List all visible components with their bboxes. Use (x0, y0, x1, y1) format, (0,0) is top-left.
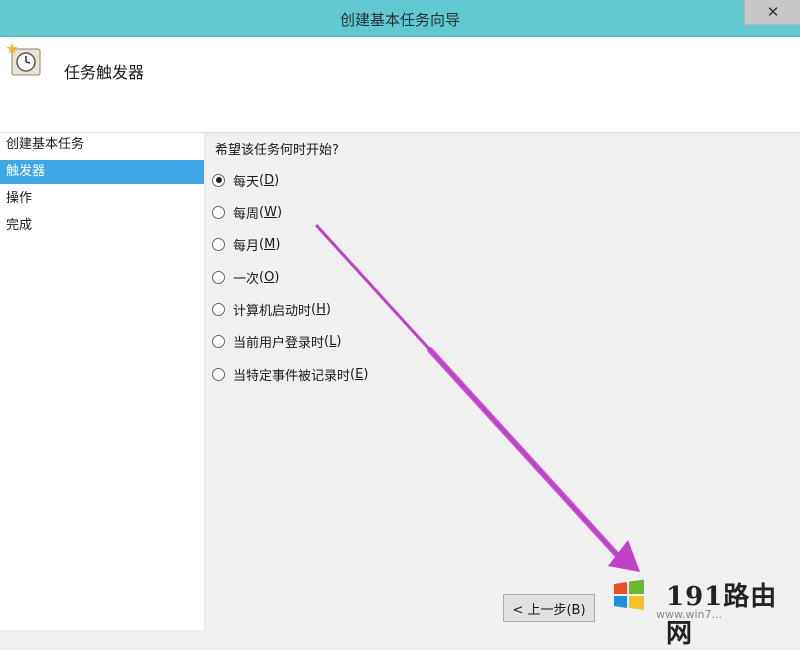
option-label: 一次 (233, 271, 260, 287)
accelerator-key: O (264, 269, 275, 285)
back-button[interactable]: < 上一步(B) (503, 594, 595, 622)
accelerator-key: D (264, 172, 275, 188)
wizard-header: 任务触发器 (0, 37, 800, 133)
sidebar-item-action[interactable]: 操作 (0, 187, 204, 211)
radio-monthly[interactable]: 每月(M) (212, 234, 280, 254)
accelerator-key: E (355, 366, 364, 382)
sidebar-item-trigger[interactable]: 触发器 (0, 160, 204, 184)
question-label: 希望该任务何时开始? (215, 143, 339, 158)
close-icon: ✕ (766, 3, 780, 21)
radio-once[interactable]: 一次(O) (212, 267, 279, 287)
radio-at-startup[interactable]: 计算机启动时(H) (212, 299, 331, 319)
windows-logo-icon (614, 579, 644, 610)
title-bar: 创建基本任务向导 ✕ (0, 0, 800, 37)
sidebar-item-create-basic-task[interactable]: 创建基本任务 (0, 133, 204, 157)
wizard-steps-sidebar: 创建基本任务 触发器 操作 完成 (0, 133, 205, 630)
option-label: 当前用户登录时 (233, 335, 325, 351)
radio-button[interactable] (212, 173, 225, 187)
option-label: 计算机启动时 (233, 303, 312, 319)
option-label: 每周 (233, 206, 260, 222)
radio-button[interactable] (212, 367, 225, 381)
radio-button[interactable] (212, 205, 225, 219)
option-label: 每天 (233, 174, 260, 190)
radio-button[interactable] (212, 270, 225, 284)
accelerator-key: H (316, 301, 326, 317)
radio-button[interactable] (212, 302, 225, 316)
scheduled-task-clock-icon (6, 43, 41, 76)
radio-weekly[interactable]: 每周(W) (212, 202, 282, 222)
radio-button[interactable] (212, 334, 225, 348)
accelerator-key: M (264, 236, 276, 252)
accelerator-key: L (329, 333, 337, 349)
accelerator-key: W (264, 204, 277, 220)
trigger-panel: 希望该任务何时开始? 每天(D) 每周(W) 每月(M) 一次(O) 计算机启动… (205, 133, 800, 630)
watermark-url: www.win7... (656, 608, 722, 621)
page-title: 任务触发器 (64, 63, 145, 82)
site-watermark: 191路由网 www.win7... (600, 566, 800, 649)
option-label: 当特定事件被记录时 (233, 368, 351, 384)
radio-daily[interactable]: 每天(D) (212, 170, 279, 190)
window-title: 创建基本任务向导 (339, 11, 460, 29)
close-button[interactable]: ✕ (744, 0, 800, 25)
radio-button[interactable] (212, 237, 225, 251)
radio-on-event[interactable]: 当特定事件被记录时(E) (212, 364, 368, 384)
option-label: 每月 (233, 238, 260, 254)
radio-at-logon[interactable]: 当前用户登录时(L) (212, 331, 341, 351)
sidebar-item-finish[interactable]: 完成 (0, 214, 204, 238)
